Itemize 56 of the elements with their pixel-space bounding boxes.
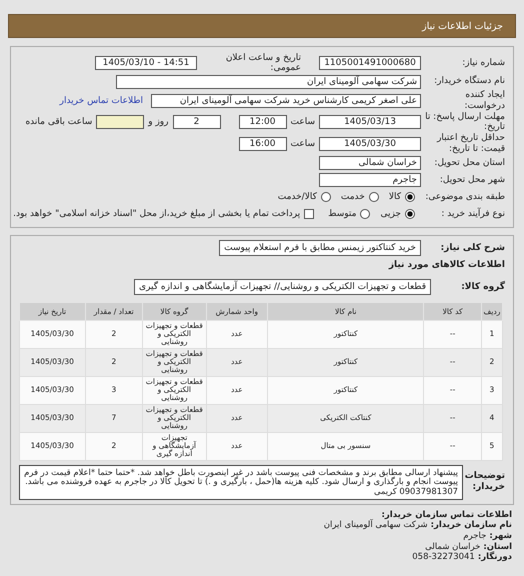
goods-group-field: قطعات و تجهیزات الکتریکی و روشنایی// تجهیزات آزمایشگاهی و اندازه گیری — [134, 279, 431, 296]
city-field: جاجرم — [319, 173, 421, 188]
radio-button[interactable] — [368, 192, 379, 202]
section-heading: اطلاعات کالاهای مورد نیاز — [388, 260, 505, 270]
province-field: خراسان شمالی — [319, 156, 421, 170]
buyer-org-field: شرکت سهامی آلومینای ایران — [116, 74, 421, 88]
field-label: روز و — [148, 117, 168, 128]
field-label: شهر محل تحویل: — [438, 174, 505, 186]
field-label: ایجاد کننده درخواست: — [464, 90, 505, 112]
option-label: خدمت — [340, 192, 365, 202]
page-title: جزئیات اطلاعات نیاز — [422, 20, 503, 32]
field-label: توضیحات خریدار: — [465, 471, 505, 494]
validity-date-field: 1405/03/30 — [319, 136, 421, 151]
contact-value: 058-32273041 — [412, 552, 475, 563]
contact-label: استان: — [483, 542, 512, 552]
option-label: کالا — [388, 192, 401, 202]
hours-field — [96, 115, 144, 130]
radio-button[interactable] — [360, 209, 370, 220]
field-label: استان محل تحویل: — [433, 158, 505, 169]
buyer-notes-field: پیشنهاد ارسالی مطابق برند و مشخصات فنی پیوست باشد در غیر اینصورت باطل خواهد شد. *حتما حتما *اعلام قیمت در فرم پیوست انجام و بارگذاری و ارسال شود. کلیه هزینه ها(حمل ، بارگیری و .) تا تحویل کالا در جاجرم به عهده فروشنده می باشد. 09037981307 کریمی — [19, 464, 463, 500]
contact-label: شهر: — [489, 531, 512, 542]
option-label: متوسط — [328, 209, 356, 220]
field-label: ساعت — [290, 117, 315, 128]
contact-value: شرکت سهامی آلومینای ایران — [324, 520, 428, 531]
buyer-contact-link[interactable]: اطلاعات تماس خریدار — [60, 96, 143, 106]
radio-button[interactable] — [320, 192, 331, 202]
field-label: نوع فرآیند خرید : — [440, 208, 505, 220]
field-label: طبقه بندی موضوعی: — [425, 192, 505, 203]
days-field: 2 — [172, 115, 220, 130]
field-label: گروه کالا: — [460, 282, 505, 293]
field-label: مهلت ارسال پاسخ: تا تاریخ: — [425, 112, 505, 133]
field-label: ساعت باقی مانده — [25, 117, 92, 128]
option-label: پرداخت تمام یا بخشی از مبلغ خرید،از محل "اسناد خزانه اسلامی" خواهد بود. — [13, 209, 300, 220]
contact-label: دورنگار: — [478, 552, 512, 563]
contact-heading: اطلاعات تماس سازمان خریدار: — [380, 510, 512, 520]
announce-date-field: 1405/03/10 - 14:51 — [95, 56, 197, 70]
deadline-time-field: 12:00 — [238, 115, 286, 130]
contact-value: جاجرم — [463, 531, 486, 542]
radio-button[interactable] — [405, 209, 415, 220]
field-label: ساعت — [290, 138, 315, 149]
radio-button[interactable] — [405, 192, 415, 202]
need-number-field: 1105001491000680 — [319, 56, 421, 70]
deadline-date-field: 1405/03/13 — [319, 115, 421, 130]
field-label: تاریخ و ساعت اعلان عمومی: — [224, 53, 301, 73]
contact-label: نام سازمان خریدار: — [430, 520, 512, 531]
contact-value: خراسان شمالی — [425, 542, 480, 552]
field-label: شماره نیاز: — [461, 58, 505, 68]
option-label: کالا/خدمت — [278, 192, 317, 202]
checkbox[interactable] — [304, 209, 314, 220]
field-label: نام دستگاه خریدار: — [433, 76, 505, 87]
description-field: خرید کنتاکتور زیمنس مطابق با فرم استعلام پیوست — [219, 240, 421, 256]
creator-field: علی اصغر کریمی کارشناس خرید شرکت سهامی آلومینای ایران — [151, 94, 421, 108]
option-label: جزیی — [380, 209, 401, 220]
field-label: حداقل تاریخ اعتبار قیمت: تا تاریخ: — [436, 133, 505, 155]
validity-time-field: 16:00 — [238, 136, 286, 151]
field-label: شرح کلی نیاز: — [440, 242, 505, 254]
